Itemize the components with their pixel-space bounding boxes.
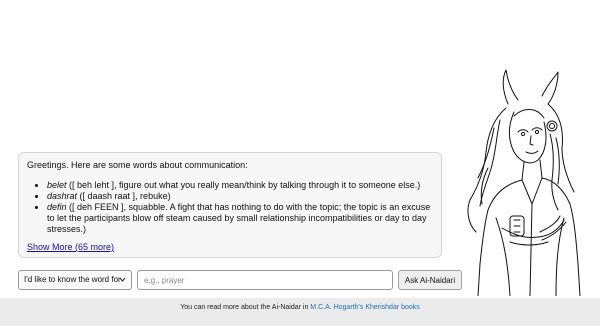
word-definition: ([ beh leht ], figure out what you reall… [66,180,421,190]
show-more-link[interactable]: Show More (65 more) [27,242,114,253]
word-query-input[interactable] [137,270,393,290]
greeting-text: Greetings. Here are some words about com… [27,160,248,170]
footer: You can read more about the Ai-Naidar in… [0,298,600,326]
word-term: belet [47,180,67,190]
word-definition: ([ deh FEEN ], squabble. A fight that ha… [47,202,431,234]
word-term: defin [47,202,67,212]
query-mode-select[interactable]: I'd like to know the word for [18,270,132,290]
footer-text: You can read more about the Ai-Naidar in [180,304,311,311]
word-item: dashrat ([ daash raat ], rebuke) [47,191,433,202]
word-definition: ([ daash raat ], rebuke) [77,191,171,201]
hogarth-books-link[interactable]: M.C.A. Hogarth's Kherishdar books [310,304,420,311]
word-term: dashrat [47,191,78,201]
word-item: defin ([ deh FEEN ], squabble. A fight t… [47,202,433,235]
chevron-down-icon [119,271,126,297]
word-item: belet ([ beh leht ], figure out what you… [47,180,433,191]
query-mode-selected-value: I'd like to know the word for [24,275,121,284]
ask-button[interactable]: Ask Ai-Naidari [398,270,462,290]
character-portrait-icon [467,69,581,296]
word-list: belet ([ beh leht ], figure out what you… [27,180,433,235]
response-card: Greetings. Here are some words about com… [18,152,442,258]
